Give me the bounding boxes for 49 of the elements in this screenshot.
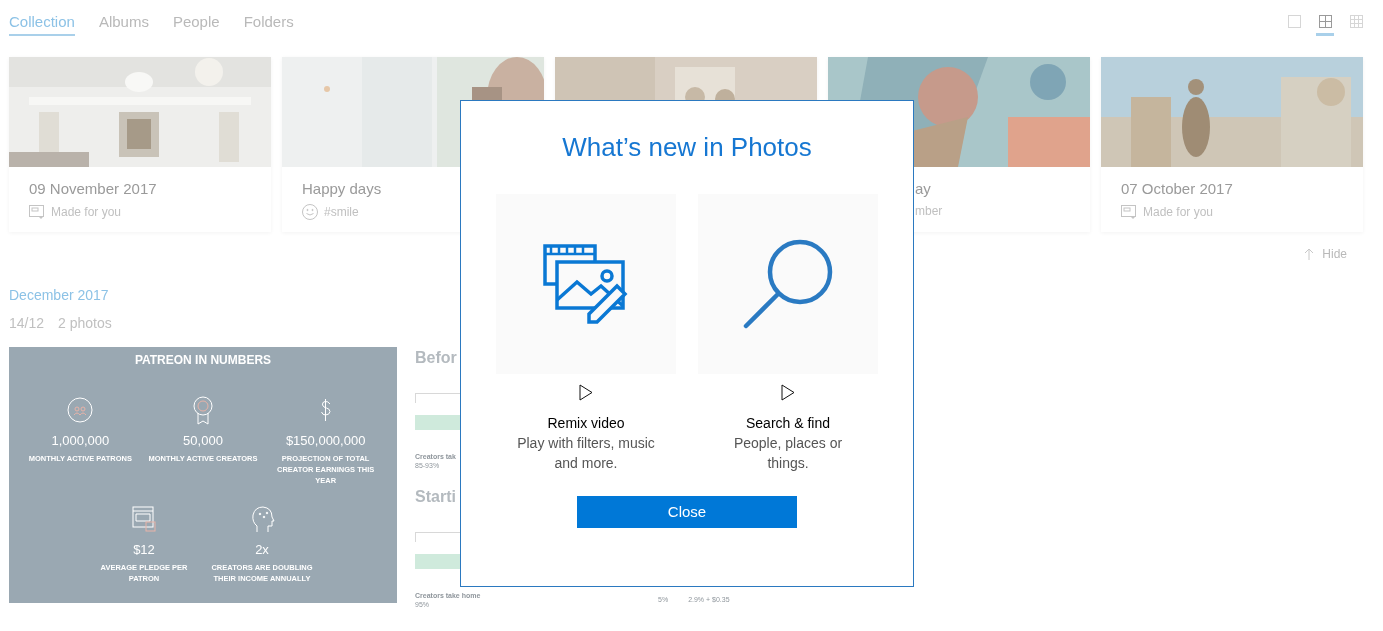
feature-description: Play with filters, music and more. bbox=[516, 434, 656, 473]
album-icon bbox=[29, 205, 45, 219]
smile-icon bbox=[302, 204, 318, 220]
stat-value: $150,000,000 bbox=[285, 433, 366, 449]
album-icon bbox=[1121, 205, 1137, 219]
nav-tab[interactable]: People bbox=[172, 12, 220, 36]
photo-count: 2 photos bbox=[58, 314, 112, 333]
comparison-bar bbox=[415, 553, 460, 569]
feature-tile[interactable] bbox=[496, 194, 676, 374]
feature-title: Search & find bbox=[745, 414, 831, 433]
head-icon bbox=[249, 504, 275, 534]
comparison-bar bbox=[415, 415, 460, 430]
close-button[interactable]: Close bbox=[577, 496, 797, 528]
stat-value: 50,000 bbox=[183, 433, 223, 449]
memory-subtitle: Made for you bbox=[1143, 204, 1214, 221]
memory-title: ay bbox=[915, 179, 932, 199]
month-heading: December 2017 bbox=[9, 286, 110, 305]
hide-button[interactable]: Hide bbox=[1304, 245, 1347, 263]
comparison-heading: Befor bbox=[415, 348, 457, 368]
feature-tile[interactable] bbox=[698, 194, 878, 374]
award-icon bbox=[190, 395, 216, 425]
comparison-heading: Starti bbox=[415, 486, 456, 507]
memory-title: 09 November 2017 bbox=[29, 179, 158, 199]
people-icon bbox=[67, 395, 94, 425]
view-size-button[interactable] bbox=[1316, 12, 1334, 36]
play-icon[interactable] bbox=[579, 384, 593, 401]
stat-value: $12 bbox=[133, 542, 155, 558]
nav-tab[interactable]: Folders bbox=[243, 12, 294, 36]
stat-value: 2x bbox=[255, 542, 269, 558]
browser-icon bbox=[131, 504, 157, 534]
feature-description: People, places or things. bbox=[732, 434, 844, 473]
memory-title: Happy days bbox=[302, 179, 383, 199]
memory-title: 07 October 2017 bbox=[1121, 179, 1234, 199]
memory-subtitle: Made for you bbox=[51, 204, 122, 221]
memory-subtitle: mber bbox=[915, 203, 943, 220]
stat-value: 1,000,000 bbox=[51, 433, 110, 449]
memory-card[interactable]: 09 November 2017 Made for you bbox=[9, 57, 271, 232]
feature-title: Remix video bbox=[547, 414, 625, 433]
memory-subtitle: #smile bbox=[324, 204, 359, 221]
memory-card[interactable]: 07 October 2017 Made for you bbox=[1101, 57, 1363, 232]
play-icon[interactable] bbox=[781, 384, 795, 401]
search-icon bbox=[742, 238, 834, 330]
nav-tab[interactable]: Albums bbox=[98, 12, 149, 36]
dialog-title: What’s new in Photos bbox=[562, 131, 812, 163]
nav-tab[interactable]: Collection bbox=[9, 12, 75, 36]
photo-edit-icon bbox=[543, 244, 629, 324]
up-arrow-icon bbox=[1304, 248, 1315, 260]
infographic-title: PATREON IN NUMBERS bbox=[134, 352, 272, 369]
day-date: 14/12 bbox=[9, 314, 45, 333]
